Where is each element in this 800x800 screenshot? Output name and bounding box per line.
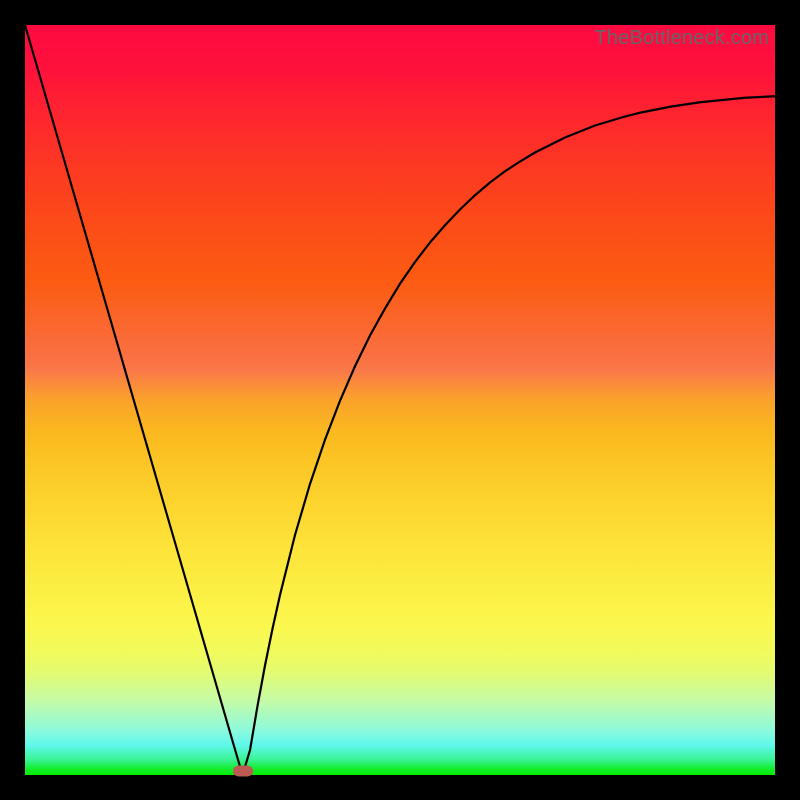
plot-area: TheBottleneck.com <box>25 25 775 775</box>
bottleneck-curve <box>25 25 775 775</box>
watermark-text: TheBottleneck.com <box>594 27 769 50</box>
minimum-marker <box>233 766 253 777</box>
chart-frame: TheBottleneck.com <box>0 0 800 800</box>
curve-svg <box>25 25 775 775</box>
